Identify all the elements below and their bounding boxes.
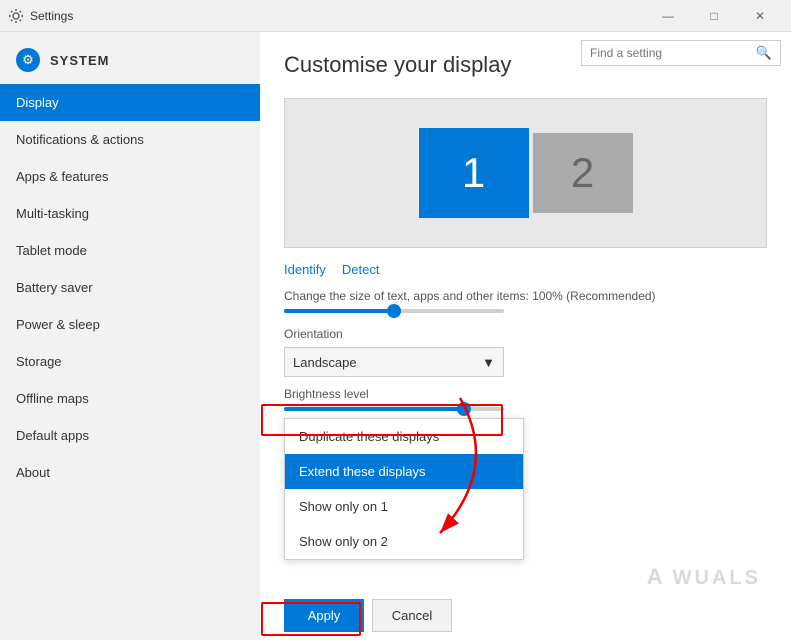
watermark: A WUALS xyxy=(647,564,761,590)
chevron-down-icon: ▼ xyxy=(482,355,495,370)
sidebar-item-power[interactable]: Power & sleep xyxy=(0,306,260,343)
sidebar-item-display[interactable]: Display xyxy=(0,84,260,121)
sidebar-item-battery[interactable]: Battery saver xyxy=(0,269,260,306)
maximize-button[interactable]: □ xyxy=(691,0,737,32)
display-preview: 1 2 xyxy=(284,98,767,248)
monitor-1[interactable]: 1 xyxy=(419,128,529,218)
dropdown-item-extend[interactable]: Extend these displays xyxy=(285,454,523,489)
window-controls: — □ ✕ xyxy=(645,0,783,32)
scale-slider-thumb[interactable] xyxy=(387,304,401,318)
apply-button[interactable]: Apply xyxy=(284,599,364,632)
sidebar-header-title: SYSTEM xyxy=(50,53,109,68)
sidebar-header-icon: ⚙ xyxy=(16,48,40,72)
sidebar-item-defaultapps[interactable]: Default apps xyxy=(0,417,260,454)
links-row: Identify Detect xyxy=(284,262,767,277)
minimize-button[interactable]: — xyxy=(645,0,691,32)
cancel-button[interactable]: Cancel xyxy=(372,599,452,632)
scale-slider-fill xyxy=(284,309,394,313)
sidebar: ⚙ SYSTEM Display Notifications & actions… xyxy=(0,32,260,640)
monitor-2[interactable]: 2 xyxy=(533,133,633,213)
main-content: 1 2 Identify Detect Change the size of t… xyxy=(260,88,791,640)
dropdown-item-show1[interactable]: Show only on 1 xyxy=(285,489,523,524)
search-input[interactable] xyxy=(590,46,756,60)
identify-button[interactable]: Identify xyxy=(284,262,326,277)
settings-icon xyxy=(8,8,24,24)
sidebar-item-storage[interactable]: Storage xyxy=(0,343,260,380)
brightness-slider-thumb[interactable] xyxy=(457,402,471,416)
sidebar-item-offlinemaps[interactable]: Offline maps xyxy=(0,380,260,417)
search-icon: 🔍 xyxy=(756,45,772,61)
sidebar-header: ⚙ SYSTEM xyxy=(0,32,260,84)
action-buttons: Apply Cancel xyxy=(284,599,452,632)
sidebar-item-apps[interactable]: Apps & features xyxy=(0,158,260,195)
app-body: ⚙ SYSTEM Display Notifications & actions… xyxy=(0,32,791,640)
brightness-label: Brightness level xyxy=(284,387,767,401)
scale-label: Change the size of text, apps and other … xyxy=(284,289,767,303)
close-button[interactable]: ✕ xyxy=(737,0,783,32)
title-bar-text: Settings xyxy=(30,9,645,23)
search-area: 🔍 xyxy=(571,32,791,74)
scale-slider-track xyxy=(284,309,504,313)
orientation-label: Orientation xyxy=(284,327,767,341)
title-bar: Settings — □ ✕ xyxy=(0,0,791,32)
orientation-select[interactable]: Landscape ▼ xyxy=(284,347,504,377)
main-panel: 🔍 Customise your display 1 2 Identify De… xyxy=(260,32,791,640)
brightness-row: Brightness level xyxy=(284,387,767,411)
sidebar-item-multitasking[interactable]: Multi-tasking xyxy=(0,195,260,232)
scale-slider-container xyxy=(284,309,767,313)
sidebar-item-notifications[interactable]: Notifications & actions xyxy=(0,121,260,158)
brightness-slider-track xyxy=(284,407,504,411)
dropdown-item-show2[interactable]: Show only on 2 xyxy=(285,524,523,559)
brightness-slider-fill xyxy=(284,407,464,411)
orientation-row: Orientation Landscape ▼ xyxy=(284,327,767,377)
display-mode-dropdown: Duplicate these displays Extend these di… xyxy=(284,418,524,560)
detect-button[interactable]: Detect xyxy=(342,262,380,277)
dropdown-item-duplicate[interactable]: Duplicate these displays xyxy=(285,419,523,454)
sidebar-item-tablet[interactable]: Tablet mode xyxy=(0,232,260,269)
sidebar-item-about[interactable]: About xyxy=(0,454,260,491)
